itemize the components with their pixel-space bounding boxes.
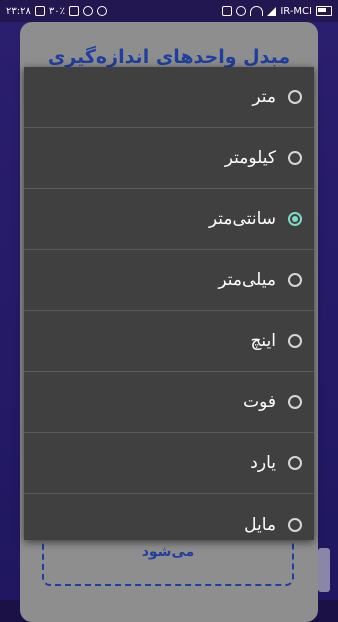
app-title: مبدل واحدهای اندازه‌گیری bbox=[47, 46, 291, 68]
option-yard[interactable]: یارد bbox=[24, 433, 314, 494]
option-millimeter[interactable]: میلی‌متر bbox=[24, 250, 314, 311]
option-label: اینچ bbox=[250, 331, 276, 351]
radio-button[interactable] bbox=[288, 456, 302, 470]
option-label: میلی‌متر bbox=[218, 270, 276, 290]
radio-button[interactable] bbox=[288, 90, 302, 104]
radio-button[interactable] bbox=[288, 273, 302, 287]
option-label: سانتی‌متر bbox=[208, 209, 276, 229]
option-label: فوت bbox=[243, 392, 276, 412]
option-label: متر bbox=[252, 87, 276, 107]
radio-button[interactable] bbox=[288, 151, 302, 165]
radio-button[interactable] bbox=[288, 334, 302, 348]
radio-button[interactable] bbox=[288, 517, 302, 532]
data-saver-icon bbox=[96, 6, 107, 16]
unit-picker-dialog: متر کیلومتر سانتی‌متر میلی‌متر اینچ فوت … bbox=[24, 67, 314, 540]
battery-percent: ۳۰٪ bbox=[48, 5, 65, 17]
signal-icon bbox=[267, 6, 277, 16]
option-centimeter[interactable]: سانتی‌متر bbox=[24, 189, 314, 250]
carrier-name: IR-MCI bbox=[280, 5, 312, 17]
battery-icon bbox=[316, 6, 332, 16]
notification-icon bbox=[34, 6, 45, 16]
alarm-icon bbox=[236, 6, 247, 16]
wifi-icon bbox=[250, 6, 264, 16]
eye-icon bbox=[82, 6, 93, 16]
app-notification-icon bbox=[222, 6, 233, 16]
option-label: مایل bbox=[244, 514, 276, 535]
status-left: ۲۳:۲۸ ۳۰٪ bbox=[6, 6, 107, 17]
option-kilometer[interactable]: کیلومتر bbox=[24, 128, 314, 189]
status-bar: ۲۳:۲۸ ۳۰٪ IR-MCI bbox=[0, 0, 338, 22]
option-mile[interactable]: مایل bbox=[24, 494, 314, 555]
clock: ۲۳:۲۸ bbox=[6, 5, 31, 17]
option-foot[interactable]: فوت bbox=[24, 372, 314, 433]
radio-button-selected[interactable] bbox=[288, 212, 302, 226]
status-right: IR-MCI bbox=[222, 6, 332, 17]
radio-button[interactable] bbox=[288, 395, 302, 409]
option-meter[interactable]: متر bbox=[24, 67, 314, 128]
option-inch[interactable]: اینچ bbox=[24, 311, 314, 372]
option-label: یارد bbox=[250, 453, 276, 473]
scrollbar-thumb[interactable] bbox=[318, 548, 330, 592]
vibrate-icon bbox=[68, 6, 79, 16]
option-label: کیلومتر bbox=[224, 148, 276, 168]
